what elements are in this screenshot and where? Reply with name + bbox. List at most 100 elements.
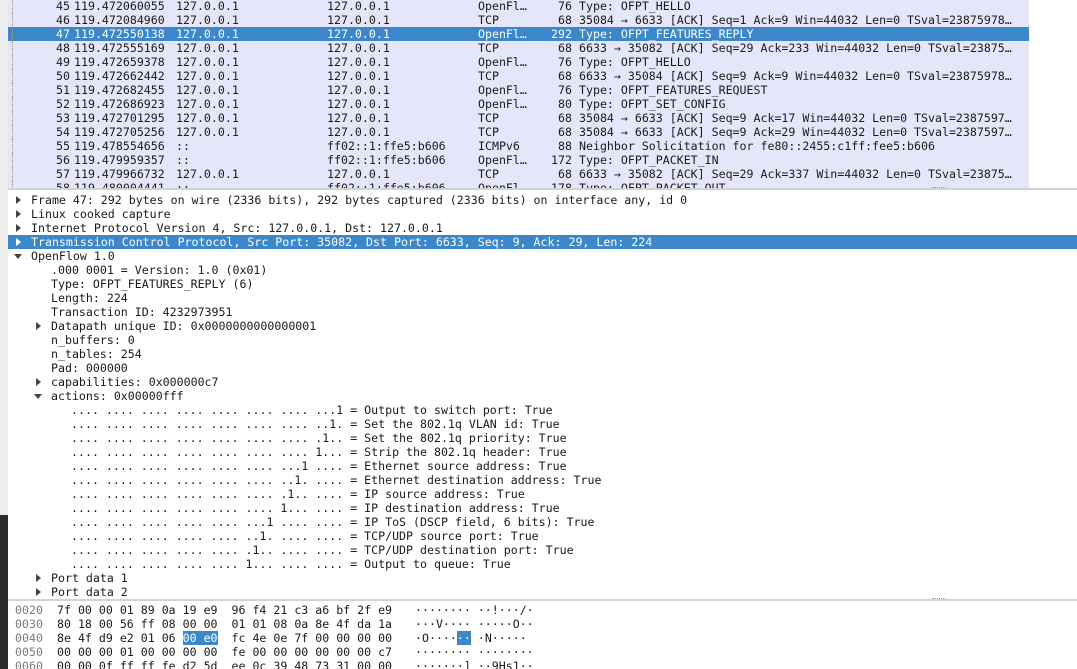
chevron-right-icon[interactable] [14, 235, 24, 249]
packet-destination: ff02::1:ffe5:b606 [327, 139, 446, 153]
packet-row[interactable]: 51 119.472682455 127.0.0.1 127.0.0.1 OpenFl…… [8, 83, 1029, 97]
pane-splitter-bottom[interactable] [8, 598, 1077, 601]
hex-ascii[interactable]: ········ ··!···/· [415, 603, 534, 617]
packet-row[interactable]: 54 119.472705256 127.0.0.1 127.0.0.1 TCP 68 35… [8, 125, 1029, 139]
hex-ascii[interactable]: ·O······ ·N····· [415, 631, 527, 645]
chevron-down-icon[interactable] [34, 389, 44, 403]
hex-bytes-text: 00 00 00 01 00 00 00 00 fe 00 00 00 00 0… [57, 645, 393, 659]
chevron-right-icon[interactable] [14, 193, 24, 207]
hex-ascii[interactable]: ···V···· ·····O·· [415, 617, 534, 631]
packet-row[interactable]: 53 119.472701295 127.0.0.1 127.0.0.1 TCP 68 35… [8, 111, 1029, 125]
packet-row[interactable]: 58 119.480004441:: ff02::1:ffe5:b606 OpenFl… [8, 181, 1029, 188]
detail-tree-row[interactable]: .000 0001 = Version: 1.0 (0x01) [8, 263, 1077, 277]
packet-destination: 127.0.0.1 [327, 83, 390, 97]
chevron-right-icon[interactable] [14, 207, 24, 221]
packet-row[interactable]: 46 119.472084960 127.0.0.1 127.0.0.1 TCP 68 35… [8, 13, 1029, 27]
conversation-line [12, 125, 14, 139]
splitter-grip[interactable] [932, 187, 946, 190]
detail-tree-row[interactable]: .... .... .... .... .... .... .... .1.. … [8, 431, 1077, 445]
packet-list-pane[interactable]: 45 119.472060055 127.0.0.1 127.0.0.1 OpenFl…… [8, 0, 1077, 188]
hex-bytes[interactable]: 00 00 00 01 00 00 00 00 fe 00 00 00 00 0… [57, 645, 392, 659]
conversation-line [12, 83, 14, 97]
chevron-right-icon[interactable] [34, 585, 44, 599]
detail-tree-row[interactable]: Linux cooked capture [8, 207, 1077, 221]
packet-destination: 127.0.0.1 [327, 0, 390, 13]
packet-time: 119.479959357 [74, 153, 165, 167]
hex-ascii[interactable]: ········ ········ [415, 645, 534, 659]
pane-splitter-top[interactable] [8, 187, 1077, 190]
packet-row[interactable]: 55 119.478554656:: ff02::1:ffe5:b606 ICMPv6… [8, 139, 1029, 153]
packet-row[interactable]: 50 119.472662442 127.0.0.1 127.0.0.1 TCP 68 66… [8, 69, 1029, 83]
detail-tree-row[interactable]: .... .... .... .... .... ..1. .... .... … [8, 529, 1077, 543]
chevron-right-icon[interactable] [34, 571, 44, 585]
hex-offset: 0020 [15, 603, 43, 617]
packet-number: 46 [56, 13, 70, 27]
conversation-line [12, 111, 14, 125]
conversation-line [12, 0, 14, 13]
detail-tree-row[interactable]: .... .... .... .... .... .1.. .... .... … [8, 543, 1077, 557]
chevron-right-icon[interactable] [34, 375, 44, 389]
hex-bytes[interactable]: 00 00 0f ff ff fe d2 5d ee 0c 39 48 73 3… [57, 659, 392, 669]
detail-field-text: n_buffers: 0 [51, 333, 135, 347]
hex-bytes[interactable]: 8e 4f d9 e2 01 06 00 e0 fc 4e 0e 7f 00 0… [57, 631, 392, 645]
packet-details-pane[interactable]: Frame 47: 292 bytes on wire (2336 bits),… [8, 193, 1077, 599]
hex-bytes[interactable]: 80 18 00 56 ff 08 00 00 01 01 08 0a 8e 4… [57, 617, 392, 631]
packet-row[interactable]: 56 119.479959357:: ff02::1:ffe5:b606 OpenFl… [8, 153, 1029, 167]
packet-info: Type: OFPT_FEATURES_REQUEST [579, 83, 768, 97]
hex-ascii-text: ········ ········ [415, 645, 534, 659]
packet-row[interactable]: 48 119.472555169 127.0.0.1 127.0.0.1 TCP 68 66… [8, 41, 1029, 55]
packet-row[interactable]: 52 119.472686923 127.0.0.1 127.0.0.1 OpenFl…… [8, 97, 1029, 111]
detail-tree-row[interactable]: Datapath unique ID: 0x0000000000000001 [8, 319, 1077, 333]
detail-tree-row[interactable]: .... .... .... .... .... .... .... 1... … [8, 445, 1077, 459]
detail-tree-row[interactable]: Type: OFPT_FEATURES_REPLY (6) [8, 277, 1077, 291]
hex-bytes-highlight[interactable]: 00 e0 [182, 631, 218, 645]
packet-source: :: [176, 153, 190, 167]
detail-tree-row[interactable]: .... .... .... .... .... .... ..1. .... … [8, 473, 1077, 487]
detail-tree-row[interactable]: n_tables: 254 [8, 347, 1077, 361]
detail-tree-row[interactable]: actions: 0x00000fff [8, 389, 1077, 403]
hex-ascii-highlight[interactable]: ·· [456, 631, 471, 645]
detail-field-text: Port data 2 [51, 585, 128, 599]
detail-tree-row[interactable]: .... .... .... .... .... .... .... ...1 … [8, 403, 1077, 417]
hex-bytes-text: fc 4e 0e 7f 00 00 00 00 [217, 631, 393, 645]
packet-row[interactable]: 45 119.472060055 127.0.0.1 127.0.0.1 OpenFl…… [8, 0, 1029, 13]
splitter-grip[interactable] [932, 598, 946, 601]
detail-tree-row[interactable]: Internet Protocol Version 4, Src: 127.0.… [8, 221, 1077, 235]
detail-tree-row[interactable]: .... .... .... .... .... .... .1.. .... … [8, 487, 1077, 501]
chevron-right-icon[interactable] [34, 319, 44, 333]
packet-source: 127.0.0.1 [176, 167, 239, 181]
detail-tree-row[interactable]: Frame 47: 292 bytes on wire (2336 bits),… [8, 193, 1077, 207]
packet-source: 127.0.0.1 [176, 111, 239, 125]
detail-tree-row[interactable]: .... .... .... .... .... 1... .... .... … [8, 557, 1077, 571]
detail-tree-row[interactable]: Pad: 000000 [8, 361, 1077, 375]
detail-field-text: .... .... .... .... .... .... 1... .... … [71, 501, 560, 515]
detail-tree-row[interactable]: Transmission Control Protocol, Src Port:… [8, 235, 1077, 249]
conversation-line [12, 167, 14, 181]
packet-row[interactable]: 57 119.479966732 127.0.0.1 127.0.0.1 TCP 68 66… [8, 167, 1029, 181]
detail-tree-row[interactable]: .... .... .... .... .... .... 1... .... … [8, 501, 1077, 515]
packet-number: 57 [56, 167, 70, 181]
detail-tree-row[interactable]: .... .... .... .... .... ...1 .... .... … [8, 515, 1077, 529]
detail-tree-row[interactable]: Transaction ID: 4232973951 [8, 305, 1077, 319]
chevron-right-icon[interactable] [14, 221, 24, 235]
hex-ascii[interactable]: ·······] ··9Hs1·· [415, 659, 534, 669]
hex-bytes[interactable]: 7f 00 00 01 89 0a 19 e9 96 f4 21 c3 a6 b… [57, 603, 392, 617]
chevron-down-icon[interactable] [14, 249, 24, 263]
detail-tree-row[interactable]: Port data 2 [8, 585, 1077, 599]
detail-field-text: Port data 1 [51, 571, 128, 585]
detail-tree-row[interactable]: capabilities: 0x000000c7 [8, 375, 1077, 389]
detail-tree-row[interactable]: .... .... .... .... .... .... .... ..1. … [8, 417, 1077, 431]
detail-tree-row[interactable]: OpenFlow 1.0 [8, 249, 1077, 263]
packet-bytes-pane[interactable]: 0020 7f 00 00 01 89 0a 19 e9 96 f4 21 c3 … [8, 603, 1077, 669]
detail-field-text: Transmission Control Protocol, Src Port:… [31, 235, 653, 249]
detail-tree-row[interactable]: Length: 224 [8, 291, 1077, 305]
packet-row[interactable]: 49 119.472659378 127.0.0.1 127.0.0.1 OpenFl…… [8, 55, 1029, 69]
conversation-line [12, 181, 14, 188]
packet-length: 68 [558, 13, 572, 27]
packet-source: 127.0.0.1 [176, 27, 239, 41]
detail-tree-row[interactable]: n_buffers: 0 [8, 333, 1077, 347]
packet-row[interactable]: 47 119.472550138 127.0.0.1 127.0.0.1 OpenFl…… [8, 27, 1029, 41]
detail-tree-row[interactable]: .... .... .... .... .... .... ...1 .... … [8, 459, 1077, 473]
packet-number: 48 [56, 41, 70, 55]
detail-tree-row[interactable]: Port data 1 [8, 571, 1077, 585]
